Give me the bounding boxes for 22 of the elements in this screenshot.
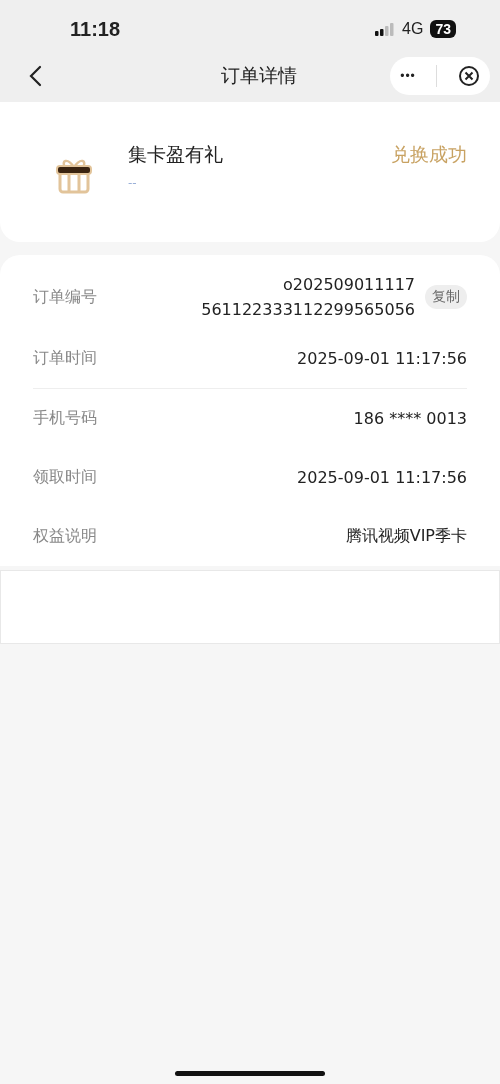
page-title: 订单详情 <box>221 63 297 88</box>
product-subtitle: -- <box>128 176 138 190</box>
battery-level: 73 <box>430 20 456 38</box>
product-name: 集卡盈有礼 <box>128 142 223 167</box>
more-button[interactable]: ••• <box>400 69 416 83</box>
network-label: 4G <box>402 20 424 38</box>
copy-button[interactable]: 复制 <box>425 285 467 309</box>
status-time: 11:18 <box>70 17 121 41</box>
signal-icon <box>375 22 396 36</box>
field-label: 订单编号 <box>33 286 97 308</box>
field-value: 腾讯视频VIP季卡 <box>345 526 467 547</box>
field-label: 权益说明 <box>33 526 97 547</box>
order-number: o202509011117 561122333112299565056 <box>201 274 415 321</box>
field-label: 领取时间 <box>33 467 97 488</box>
field-value: 2025-09-01 11:17:56 <box>297 468 467 487</box>
status-label: 兑换成功 <box>391 142 467 167</box>
field-value: 186 **** 0013 <box>353 409 467 428</box>
field-value: 2025-09-01 11:17:56 <box>297 349 467 368</box>
back-icon[interactable] <box>28 65 42 87</box>
field-label: 订单时间 <box>33 348 97 369</box>
close-icon[interactable] <box>457 65 480 87</box>
field-label: 手机号码 <box>33 408 97 429</box>
